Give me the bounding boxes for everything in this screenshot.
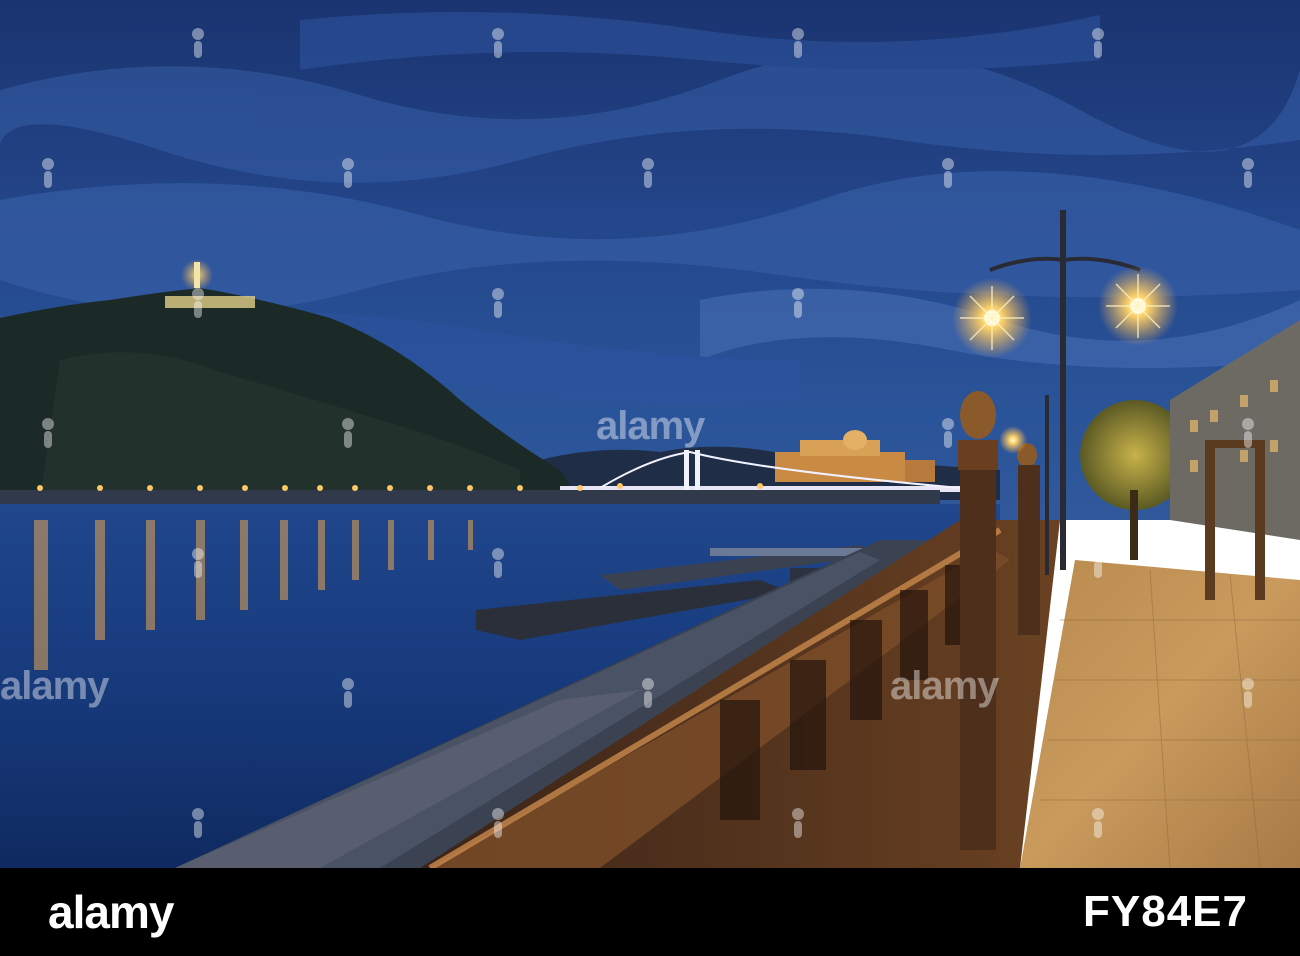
brand-name: alamy: [48, 886, 174, 938]
liberty-statue: [194, 262, 200, 288]
photo: alamy alamy alamy: [0, 0, 1300, 868]
alamy-logo[interactable]: alamy: [48, 886, 174, 938]
footer-bar: alamy FY84E7: [0, 868, 1300, 956]
image-id: FY84E7: [1083, 887, 1248, 936]
far-embankment: [0, 490, 940, 504]
photo-scene: [0, 0, 1300, 868]
citadel: [165, 296, 255, 308]
